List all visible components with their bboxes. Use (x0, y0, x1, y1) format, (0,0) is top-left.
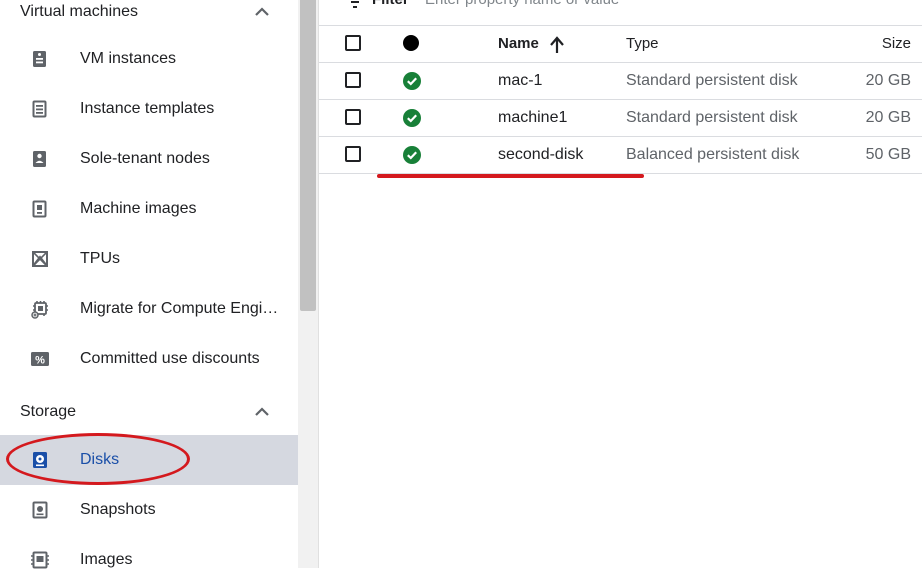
image-icon (31, 551, 49, 569)
sidebar-item-images[interactable]: Images (0, 535, 298, 585)
svg-text:%: % (35, 355, 45, 367)
migrate-icon (31, 301, 48, 319)
disk-size: 50 GB (865, 146, 911, 163)
percent-icon: % (31, 352, 49, 367)
disk-size: 20 GB (865, 109, 911, 126)
sidebar-item-label: Snapshots (80, 501, 156, 518)
sidebar-item-disks[interactable]: Disks (0, 435, 298, 485)
disk-type: Balanced persistent disk (626, 146, 800, 163)
sidebar-item-tpus[interactable]: TPUs (0, 234, 298, 284)
row-checkbox[interactable] (345, 109, 361, 125)
scrollbar-thumb[interactable] (300, 0, 316, 311)
sidebar: Virtual machines VM instances Instance t… (0, 0, 298, 569)
sidebar-item-instance-templates[interactable]: Instance templates (0, 84, 298, 134)
sidebar-item-vm-instances[interactable]: VM instances (0, 34, 298, 84)
sidebar-item-snapshots[interactable]: Snapshots (0, 485, 298, 535)
instance-template-icon (32, 100, 47, 118)
status-column-icon (403, 35, 419, 51)
sidebar-item-label: VM instances (80, 50, 177, 67)
disks-table: Name Type Size mac-1 Standard persistent… (319, 25, 922, 174)
check-circle-icon (403, 109, 421, 127)
disk-name[interactable]: mac-1 (498, 63, 542, 99)
table-row[interactable]: machine1 Standard persistent disk 20 GB (319, 99, 922, 136)
sidebar-item-committed-use-discounts[interactable]: % Committed use discounts (0, 334, 298, 384)
section-storage[interactable]: Storage (0, 400, 298, 424)
disk-name[interactable]: second-disk (498, 137, 583, 173)
sidebar-item-label: Disks (80, 451, 120, 468)
sidebar-item-label: TPUs (80, 250, 120, 267)
highlight-underline-annotation (377, 174, 644, 178)
disk-type: Standard persistent disk (626, 72, 798, 89)
disk-name[interactable]: machine1 (498, 100, 567, 136)
sidebar-item-label: Migrate for Compute Engi… (80, 300, 279, 317)
table-row[interactable]: mac-1 Standard persistent disk 20 GB (319, 62, 922, 99)
snapshot-icon (32, 501, 48, 519)
filter-label: Filter (372, 0, 409, 10)
chevron-up-icon[interactable] (254, 406, 270, 418)
filter-input[interactable]: Enter property name or value (425, 0, 619, 10)
filter-bar[interactable]: Filter Enter property name or value (319, 0, 922, 16)
disk-type: Standard persistent disk (626, 109, 798, 126)
sidebar-item-label: Instance templates (80, 100, 215, 117)
table-row[interactable]: second-disk Balanced persistent disk 50 … (319, 136, 922, 174)
column-header-name[interactable]: Name (498, 26, 539, 62)
filter-icon (351, 1, 359, 8)
disk-icon (33, 452, 47, 468)
select-all-checkbox[interactable] (345, 35, 361, 51)
row-checkbox[interactable] (345, 72, 361, 88)
check-circle-icon (403, 72, 421, 90)
chevron-up-icon[interactable] (254, 6, 270, 18)
sidebar-item-label: Images (80, 551, 133, 568)
disk-size: 20 GB (865, 72, 911, 89)
table-header-row: Name Type Size (319, 25, 922, 62)
row-checkbox[interactable] (345, 146, 361, 162)
tpu-icon (32, 251, 48, 267)
section-label: Virtual machines (20, 3, 138, 20)
main-content: Filter Enter property name or value Name… (319, 0, 922, 568)
sort-ascending-icon[interactable] (549, 36, 565, 54)
sidebar-item-migrate[interactable]: Migrate for Compute Engi… (0, 284, 298, 334)
machine-image-icon (32, 200, 47, 218)
section-label: Storage (20, 403, 77, 420)
sidebar-item-label: Machine images (80, 200, 197, 217)
sidebar-item-machine-images[interactable]: Machine images (0, 184, 298, 234)
column-header-type[interactable]: Type (626, 26, 659, 62)
sidebar-item-label: Committed use discounts (80, 350, 260, 367)
section-virtual-machines[interactable]: Virtual machines (0, 0, 298, 24)
sidebar-item-sole-tenant-nodes[interactable]: Sole-tenant nodes (0, 134, 298, 184)
check-circle-icon (403, 146, 421, 164)
column-header-size[interactable]: Size (882, 26, 911, 62)
vm-instance-icon (33, 51, 46, 67)
sidebar-item-label: Sole-tenant nodes (80, 150, 210, 167)
sole-tenant-icon (33, 151, 46, 167)
sidebar-scrollbar[interactable] (298, 0, 319, 568)
